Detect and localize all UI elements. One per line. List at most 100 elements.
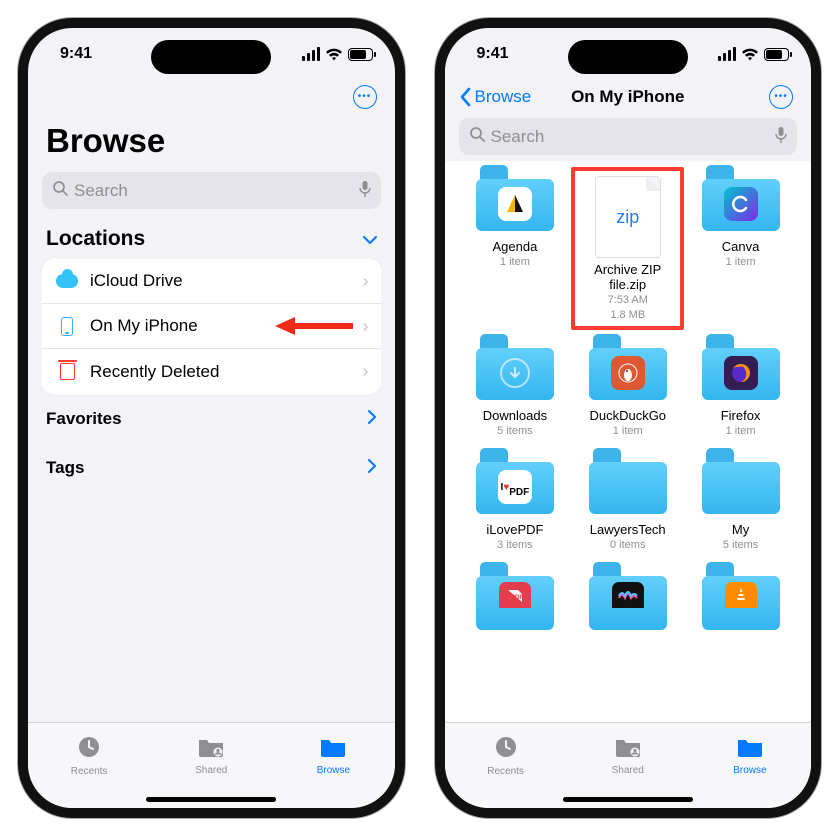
search-icon bbox=[52, 180, 68, 201]
locations-list: iCloud Drive › On My iPhone › Recently D… bbox=[42, 259, 381, 394]
tab-label: Recents bbox=[487, 766, 524, 777]
tab-label: Browse bbox=[733, 765, 766, 776]
chevron-right-icon: › bbox=[363, 271, 369, 292]
favorites-header[interactable]: Favorites bbox=[28, 394, 395, 443]
page-title: Browse bbox=[28, 114, 395, 168]
cellular-icon bbox=[302, 47, 320, 61]
home-indicator[interactable] bbox=[146, 797, 276, 802]
vlc-app-icon bbox=[725, 582, 757, 608]
tab-browse[interactable]: Browse bbox=[272, 723, 394, 788]
location-on-my-iphone[interactable]: On My iPhone › bbox=[42, 304, 381, 349]
svg-text:PDF: PDF bbox=[511, 595, 523, 601]
folder-agenda[interactable]: Agenda 1 item bbox=[459, 167, 572, 330]
nav-bar: ••• bbox=[28, 80, 395, 114]
cellular-icon bbox=[718, 47, 736, 61]
canva-app-icon bbox=[724, 187, 758, 221]
folder-duckduckgo[interactable]: DuckDuckGo 1 item bbox=[571, 336, 684, 444]
clock-icon bbox=[77, 735, 101, 763]
wifi-icon bbox=[325, 48, 343, 61]
folder-partial-1[interactable]: PDF bbox=[459, 564, 572, 616]
item-name: My bbox=[732, 522, 749, 537]
chevron-right-icon: › bbox=[363, 316, 369, 337]
zip-badge: zip bbox=[616, 207, 639, 228]
location-recently-deleted[interactable]: Recently Deleted › bbox=[42, 349, 381, 394]
item-time: 7:53 AM bbox=[608, 294, 648, 307]
item-name: Archive ZIP file.zip bbox=[578, 262, 678, 292]
chevron-down-icon bbox=[363, 229, 377, 250]
home-indicator[interactable] bbox=[563, 797, 693, 802]
locations-header[interactable]: Locations bbox=[28, 219, 395, 259]
folder-ilovepdf[interactable]: I♥PDF iLovePDF 3 items bbox=[459, 450, 572, 558]
tab-label: Browse bbox=[317, 765, 350, 776]
item-name: Firefox bbox=[721, 408, 761, 423]
tab-label: Shared bbox=[195, 765, 227, 776]
dynamic-island bbox=[151, 40, 271, 74]
annotation-arrow bbox=[275, 315, 355, 337]
status-time: 9:41 bbox=[60, 45, 92, 63]
folder-downloads[interactable]: Downloads 5 items bbox=[459, 336, 572, 444]
item-name: Canva bbox=[722, 239, 760, 254]
chevron-left-icon bbox=[459, 87, 471, 107]
item-name: LawyersTech bbox=[590, 522, 666, 537]
locations-label: Locations bbox=[46, 227, 145, 251]
phone-frame-folder: 9:41 Browse On My iPhone ••• Search bbox=[435, 18, 822, 818]
more-button[interactable]: ••• bbox=[353, 85, 377, 109]
mic-icon[interactable] bbox=[359, 180, 371, 202]
folder-partial-2[interactable] bbox=[571, 564, 684, 616]
cloud-icon bbox=[54, 274, 80, 288]
location-icloud[interactable]: iCloud Drive › bbox=[42, 259, 381, 304]
folder-lawyerstech[interactable]: LawyersTech 0 items bbox=[571, 450, 684, 558]
favorites-label: Favorites bbox=[46, 409, 122, 429]
item-meta: 1 item bbox=[613, 425, 643, 438]
search-input[interactable]: Search bbox=[42, 172, 381, 209]
file-archive-zip[interactable]: zip Archive ZIP file.zip 7:53 AM 1.8 MB bbox=[571, 167, 684, 330]
item-meta: 0 items bbox=[610, 539, 645, 552]
search-input[interactable]: Search bbox=[459, 118, 798, 155]
firefox-app-icon bbox=[724, 356, 758, 390]
dynamic-island bbox=[568, 40, 688, 74]
chevron-right-icon: › bbox=[363, 361, 369, 382]
trash-icon bbox=[54, 363, 80, 380]
folder-my[interactable]: My 5 items bbox=[684, 450, 797, 558]
shared-folder-icon bbox=[198, 736, 224, 762]
tab-shared[interactable]: Shared bbox=[150, 723, 272, 788]
search-placeholder: Search bbox=[74, 181, 359, 201]
tab-recents[interactable]: Recents bbox=[445, 723, 567, 788]
tab-shared[interactable]: Shared bbox=[567, 723, 689, 788]
duckduckgo-app-icon bbox=[611, 356, 645, 390]
folder-grid[interactable]: Agenda 1 item zip Archive ZIP file.zip 7… bbox=[445, 161, 812, 722]
item-meta: 1 item bbox=[500, 256, 530, 269]
item-meta: 5 items bbox=[497, 425, 532, 438]
procreate-app-icon bbox=[612, 582, 644, 608]
folder-partial-3[interactable] bbox=[684, 564, 797, 616]
wifi-icon bbox=[741, 48, 759, 61]
folder-icon bbox=[737, 736, 763, 762]
more-button[interactable]: ••• bbox=[769, 85, 793, 109]
item-meta: 1 item bbox=[726, 425, 756, 438]
folder-canva[interactable]: Canva 1 item bbox=[684, 167, 797, 330]
folder-icon bbox=[320, 736, 346, 762]
search-icon bbox=[469, 126, 485, 147]
pdf-app-icon: PDF bbox=[499, 582, 531, 608]
mic-icon[interactable] bbox=[775, 126, 787, 148]
folder-firefox[interactable]: Firefox 1 item bbox=[684, 336, 797, 444]
chevron-right-icon bbox=[368, 457, 377, 478]
item-meta: 5 items bbox=[723, 539, 758, 552]
back-label: Browse bbox=[475, 87, 532, 107]
tab-bar: Recents Shared Browse bbox=[28, 722, 395, 808]
item-name: DuckDuckGo bbox=[589, 408, 666, 423]
tags-label: Tags bbox=[46, 458, 84, 478]
item-size: 1.8 MB bbox=[610, 309, 645, 322]
chevron-right-icon bbox=[368, 408, 377, 429]
tags-header[interactable]: Tags bbox=[28, 443, 395, 492]
zip-file-icon: zip bbox=[595, 176, 661, 258]
row-label: Recently Deleted bbox=[90, 362, 363, 382]
agenda-app-icon bbox=[498, 187, 532, 221]
clock-icon bbox=[494, 735, 518, 763]
back-button[interactable]: Browse bbox=[459, 87, 532, 107]
shared-folder-icon bbox=[615, 736, 641, 762]
phone-icon bbox=[54, 317, 80, 336]
tab-browse[interactable]: Browse bbox=[689, 723, 811, 788]
tab-recents[interactable]: Recents bbox=[28, 723, 150, 788]
tab-label: Shared bbox=[612, 765, 644, 776]
